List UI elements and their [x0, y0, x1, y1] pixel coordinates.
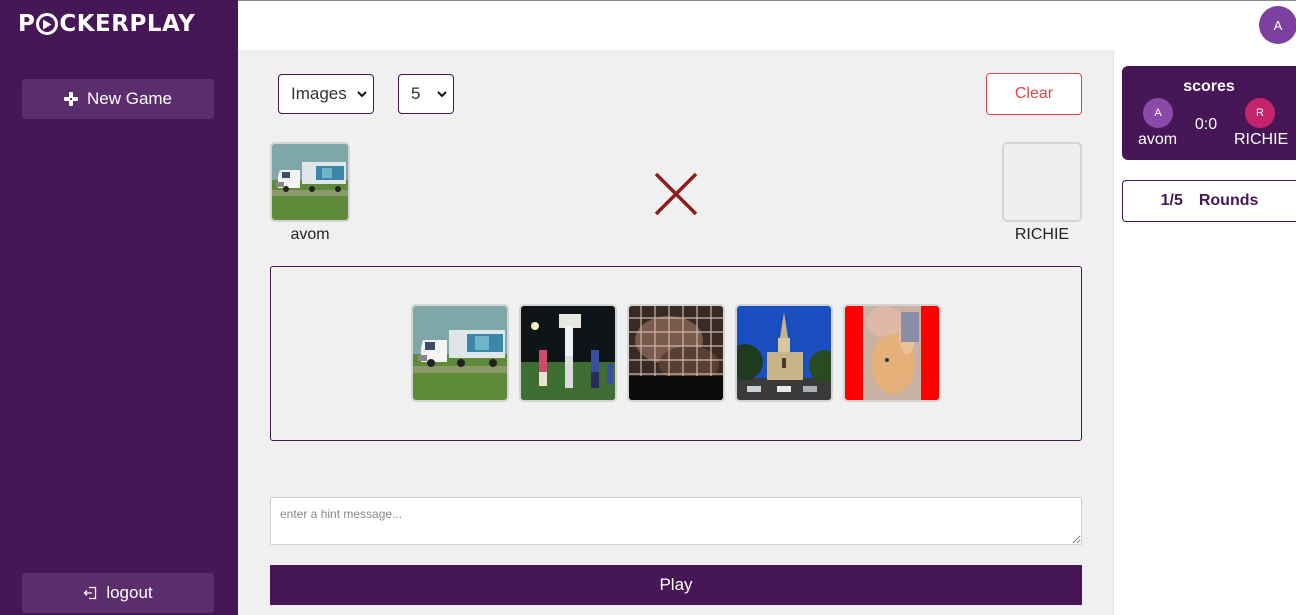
player-a-name: avom: [1138, 131, 1178, 148]
chevron-down-icon: [357, 91, 367, 98]
logo-text-end: CKERPLAY: [59, 11, 196, 37]
image-thumb-stadium-crowd[interactable]: [519, 304, 617, 402]
app-logo[interactable]: P CKERPLAY: [18, 10, 195, 38]
logout-button[interactable]: logout: [22, 573, 214, 613]
user-avatar[interactable]: A: [1259, 6, 1296, 44]
stadium-crowd-image: [521, 306, 615, 400]
scores-card: scores A R 0:0 avom RICHIE: [1122, 66, 1296, 160]
image-thumbnails: [411, 304, 941, 402]
new-game-label: New Game: [86, 89, 173, 108]
player-left-selected-image[interactable]: [270, 142, 350, 222]
game-type-value: Images: [291, 84, 347, 103]
church-image: [737, 306, 831, 400]
logo-text-start: P: [18, 11, 36, 37]
score-value: 0:0: [1194, 116, 1218, 133]
player-r-avatar: R: [1245, 98, 1275, 128]
image-thumb-caged-animal[interactable]: [627, 304, 725, 402]
round-count-select[interactable]: 5: [398, 74, 454, 114]
player-r-name: RICHIE: [1234, 131, 1289, 148]
sidebar: P CKERPLAY New Game logout: [0, 0, 238, 615]
rounds-progress: 1/5: [1160, 192, 1183, 209]
play-button[interactable]: Play: [270, 565, 1082, 605]
image-thumb-person-with-kitten[interactable]: [843, 304, 941, 402]
game-type-select[interactable]: Images: [278, 74, 374, 114]
rounds-label: Rounds: [1198, 192, 1259, 209]
logout-label: logout: [106, 583, 153, 602]
hint-input[interactable]: [270, 497, 1082, 545]
top-bar: A: [238, 0, 1296, 50]
image-thumb-truck[interactable]: [411, 304, 509, 402]
truck-image: [413, 306, 507, 400]
rounds-indicator: 1/5 Rounds: [1122, 180, 1296, 222]
clear-button[interactable]: Clear: [986, 73, 1082, 115]
person-with-kitten-image: [845, 306, 939, 400]
logout-icon: [83, 586, 97, 600]
chevron-down-icon: [437, 91, 447, 98]
round-count-value: 5: [411, 84, 421, 103]
caged-animal-image: [629, 306, 723, 400]
player-left-name: avom: [290, 226, 330, 243]
mismatch-x-icon: [654, 172, 698, 216]
player-right-selected-image[interactable]: [1002, 142, 1082, 222]
player-right-name: RICHIE: [1014, 226, 1070, 243]
truck-image: [272, 144, 348, 220]
new-game-button[interactable]: New Game: [22, 79, 214, 119]
scores-title: scores: [1183, 78, 1235, 95]
image-thumb-church[interactable]: [735, 304, 833, 402]
player-a-avatar: A: [1143, 98, 1173, 128]
image-pool: [270, 266, 1082, 441]
play-icon: [36, 13, 59, 35]
gamepad-icon: [63, 92, 78, 106]
